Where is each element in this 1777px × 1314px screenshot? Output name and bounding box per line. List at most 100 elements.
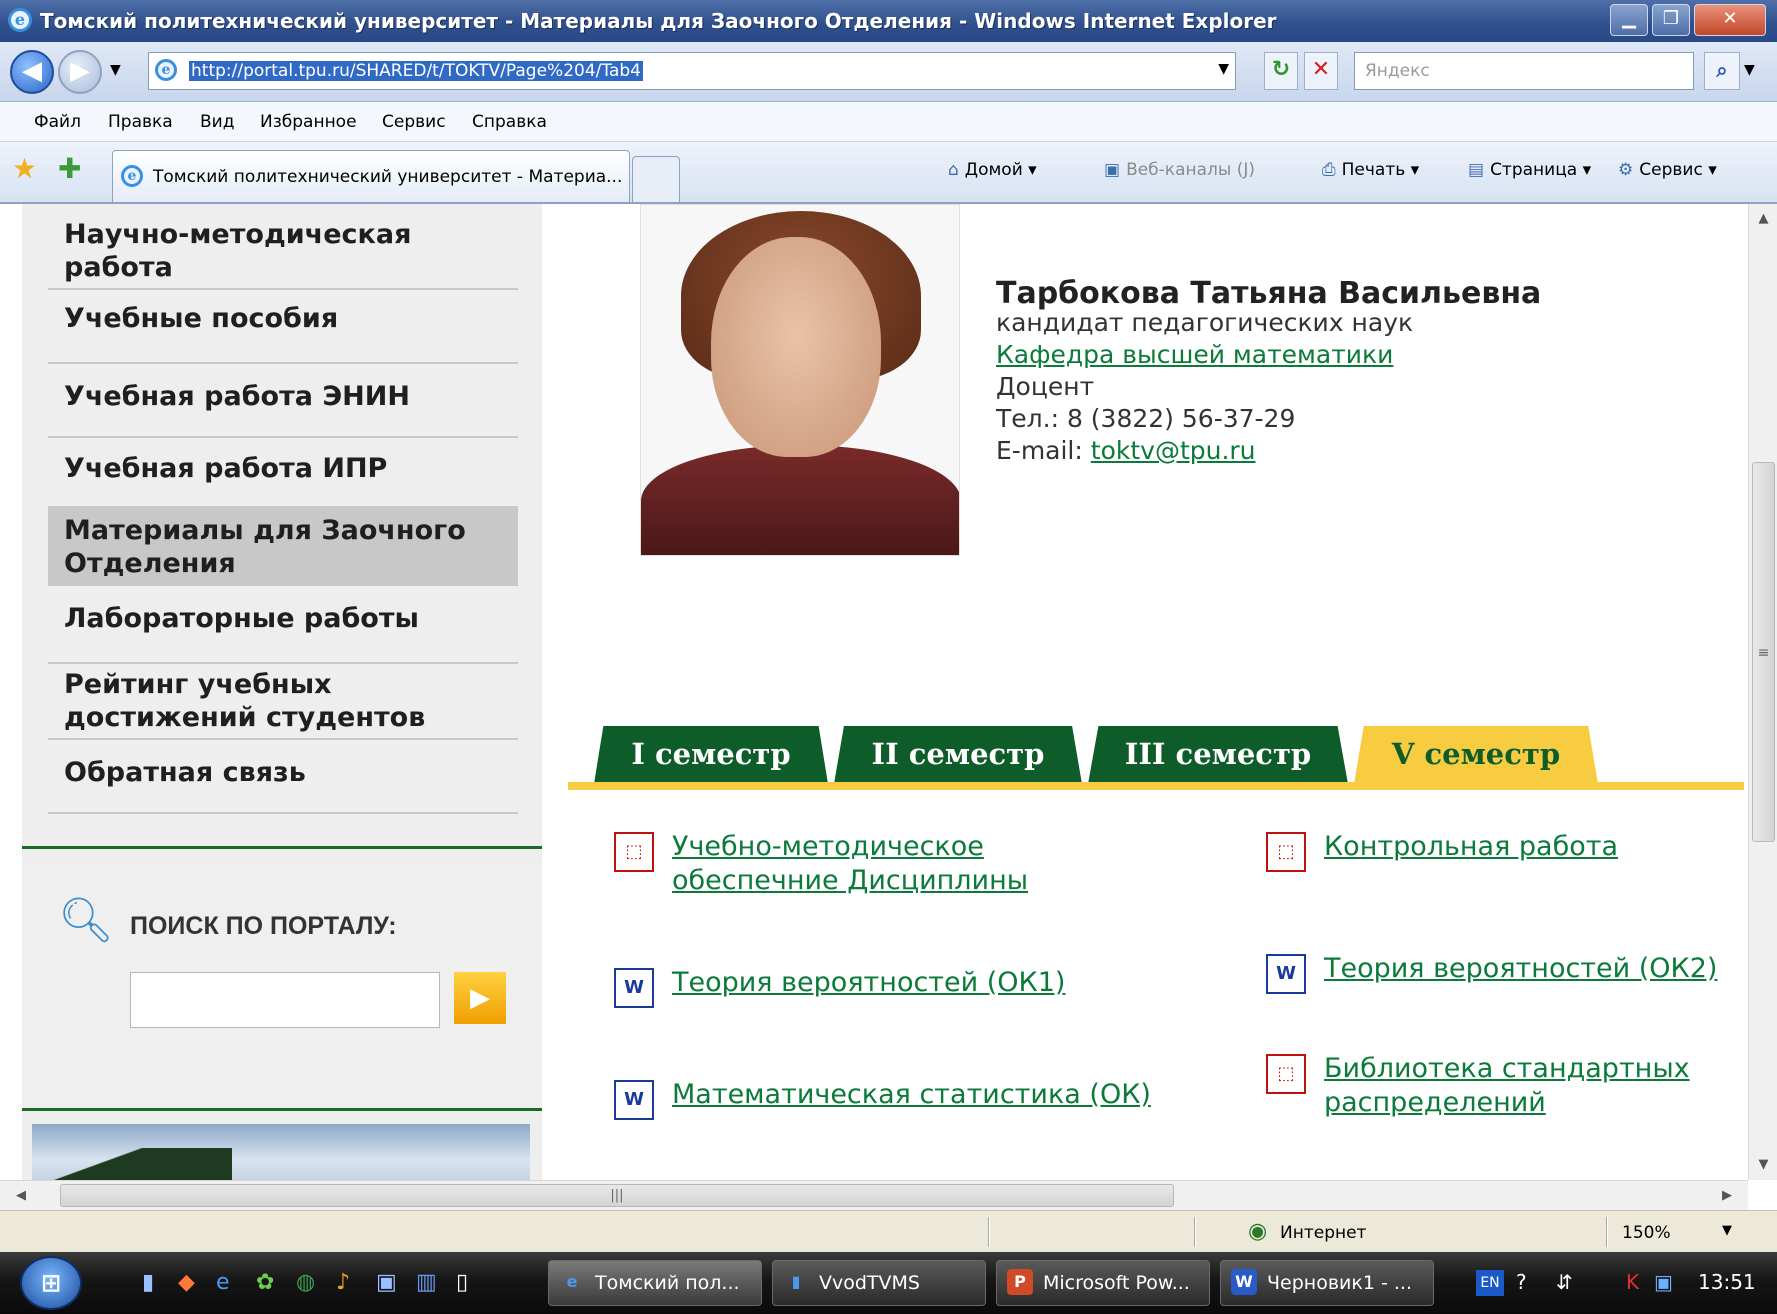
quicklaunch-music-icon[interactable]: ♪: [336, 1270, 350, 1295]
forward-button[interactable]: ▶: [58, 50, 102, 94]
menu-file[interactable]: Файл: [34, 112, 81, 132]
sidebar-item-feedback[interactable]: Обратная связь: [48, 740, 518, 814]
vertical-scroll-thumb[interactable]: ≡: [1752, 462, 1775, 842]
quicklaunch-globe-icon[interactable]: ◍: [296, 1270, 315, 1295]
stop-button[interactable]: ✕: [1304, 52, 1338, 90]
sidebar-divider: [22, 846, 542, 849]
tab-semester-2[interactable]: II семестр: [834, 726, 1082, 784]
horizontal-scroll-thumb[interactable]: |||: [60, 1184, 1174, 1207]
vertical-scrollbar[interactable]: ▲ ≡ ▼: [1748, 204, 1777, 1180]
sidebar-item-ipr[interactable]: Учебная работа ИПР: [48, 438, 518, 508]
network-icon[interactable]: ⇵: [1556, 1270, 1573, 1294]
doc-library-line2[interactable]: распределений: [1324, 1086, 1546, 1120]
doc-ok2[interactable]: W Теория вероятностей (ОК2): [1266, 952, 1736, 996]
sidebar-item-rating[interactable]: Рейтинг учебных достижений студентов: [48, 664, 518, 740]
tools-menu-button[interactable]: ⚙ Сервис ▾: [1618, 160, 1717, 180]
photo-face: [711, 237, 881, 457]
scroll-left-arrow[interactable]: ◀: [6, 1181, 36, 1211]
quicklaunch-doc-icon[interactable]: ▯: [456, 1270, 468, 1295]
quicklaunch-ie-icon[interactable]: e: [216, 1270, 230, 1295]
doc-control-link[interactable]: Контрольная работа: [1324, 830, 1618, 864]
photo-body: [641, 445, 959, 555]
minimize-button[interactable]: ▁: [1610, 4, 1648, 36]
url-text[interactable]: http://portal.tpu.ru/SHARED/t/TOKTV/Page…: [189, 61, 643, 81]
address-dropdown-icon[interactable]: ▼: [1218, 61, 1229, 77]
task-powerpoint[interactable]: P Microsoft Pow...: [996, 1260, 1210, 1306]
quicklaunch-desktop-icon[interactable]: ▮: [142, 1270, 154, 1295]
doc-ok-link[interactable]: Математическая статистика (ОК): [672, 1078, 1151, 1112]
menu-view[interactable]: Вид: [200, 112, 234, 132]
antivirus-icon[interactable]: K: [1626, 1270, 1639, 1294]
browser-tab[interactable]: e Томский политехнический университет - …: [112, 150, 630, 202]
favorites-star-icon[interactable]: ★: [12, 152, 37, 185]
help-icon[interactable]: ?: [1516, 1270, 1527, 1294]
menu-edit[interactable]: Правка: [108, 112, 173, 132]
tab-underline: [568, 782, 1744, 790]
tab-semester-5[interactable]: V семестр: [1354, 726, 1598, 784]
security-zone: Интернет: [1280, 1223, 1367, 1243]
tab-semester-1[interactable]: I семестр: [594, 726, 828, 784]
address-field[interactable]: e http://portal.tpu.ru/SHARED/t/TOKTV/Pa…: [148, 52, 1236, 90]
doc-library-line1[interactable]: Библиотека стандартных: [1324, 1052, 1690, 1086]
new-tab-button[interactable]: [632, 156, 680, 202]
quicklaunch-app-icon[interactable]: ◆: [178, 1270, 195, 1295]
quicklaunch-window-icon[interactable]: ▣: [376, 1270, 397, 1295]
start-button[interactable]: ⊞: [20, 1256, 82, 1310]
sidebar-item-labs[interactable]: Лабораторные работы: [48, 586, 518, 664]
monitor-icon[interactable]: ▣: [1654, 1270, 1673, 1294]
doc-ok1-link[interactable]: Теория вероятностей (ОК1): [672, 966, 1065, 1000]
status-separator: [1194, 1217, 1196, 1247]
sidebar-item-enin[interactable]: Учебная работа ЭНИН: [48, 364, 518, 438]
task-word[interactable]: W Черновик1 - ...: [1220, 1260, 1434, 1306]
profile-department-link[interactable]: Кафедра высшей математики: [996, 340, 1393, 369]
portal-search-input[interactable]: [130, 972, 440, 1028]
task-vvodtvms[interactable]: ▮ VvodTVMS: [772, 1260, 986, 1306]
word-icon: W: [1231, 1269, 1257, 1295]
feeds-button[interactable]: ▣ Веб-каналы (J): [1104, 160, 1255, 180]
email-link[interactable]: toktv@tpu.ru: [1091, 436, 1256, 465]
search-icon[interactable]: ⌕: [1704, 52, 1740, 90]
doc-library[interactable]: ⬚ Библиотека стандартных распределений: [1266, 1052, 1736, 1128]
ie-window: e Томский политехнический университет - …: [0, 0, 1777, 1314]
quicklaunch-chart-icon[interactable]: ▥: [416, 1270, 437, 1295]
zoom-level[interactable]: 150%: [1622, 1223, 1671, 1243]
status-separator: [1606, 1217, 1608, 1247]
language-indicator[interactable]: EN: [1476, 1270, 1504, 1296]
refresh-button[interactable]: ↻: [1264, 52, 1298, 90]
doc-umo-line1[interactable]: Учебно-методическое: [672, 830, 984, 864]
search-options-dropdown-icon[interactable]: ▼: [1744, 62, 1755, 78]
maximize-button[interactable]: ❐: [1652, 4, 1690, 36]
doc-ok[interactable]: W Математическая статистика (ОК): [614, 1078, 1151, 1122]
task-app-icon: ▮: [791, 1272, 801, 1291]
sidebar-item-methodical[interactable]: Научно-методическая работа: [48, 214, 518, 290]
menu-favorites[interactable]: Избранное: [260, 112, 357, 132]
menu-help[interactable]: Справка: [472, 112, 547, 132]
task-ie[interactable]: e Томский пол...: [548, 1260, 762, 1306]
portal-search-button[interactable]: ▶: [454, 972, 506, 1024]
home-button[interactable]: ⌂ Домой ▾: [948, 160, 1037, 180]
profile-photo: [640, 204, 960, 556]
zoom-dropdown-icon[interactable]: ▼: [1722, 1223, 1732, 1238]
tab-semester-3[interactable]: III семестр: [1088, 726, 1348, 784]
doc-control[interactable]: ⬚ Контрольная работа: [1266, 830, 1686, 874]
back-button[interactable]: ◀: [10, 50, 54, 94]
close-button[interactable]: ✕: [1694, 4, 1766, 36]
menu-tools[interactable]: Сервис: [382, 112, 446, 132]
profile-position: Доцент: [996, 372, 1095, 401]
quicklaunch-flower-icon[interactable]: ✿: [256, 1270, 274, 1295]
horizontal-scrollbar[interactable]: ◀ ||| ▶: [0, 1180, 1748, 1210]
doc-umo[interactable]: ⬚ Учебно-методическое обеспечние Дисципл…: [614, 830, 1074, 906]
doc-ok2-link[interactable]: Теория вероятностей (ОК2): [1324, 952, 1717, 986]
sidebar-item-textbooks[interactable]: Учебные пособия: [48, 290, 518, 364]
doc-umo-line2[interactable]: обеспечние Дисциплины: [672, 864, 1028, 898]
sidebar-item-distance-learning[interactable]: Материалы для Заочного Отделения: [48, 508, 518, 586]
search-input[interactable]: Яндекс: [1354, 52, 1694, 90]
scroll-up-arrow[interactable]: ▲: [1749, 204, 1777, 234]
scroll-right-arrow[interactable]: ▶: [1712, 1181, 1742, 1211]
print-button[interactable]: ⎙ Печать ▾: [1322, 160, 1419, 180]
scroll-down-arrow[interactable]: ▼: [1749, 1150, 1777, 1180]
doc-ok1[interactable]: W Теория вероятностей (ОК1): [614, 966, 1074, 1010]
page-menu-button[interactable]: ▤ Страница ▾: [1468, 160, 1591, 180]
history-dropdown-icon[interactable]: ▼: [110, 62, 121, 78]
add-favorite-icon[interactable]: ✚: [58, 152, 81, 185]
